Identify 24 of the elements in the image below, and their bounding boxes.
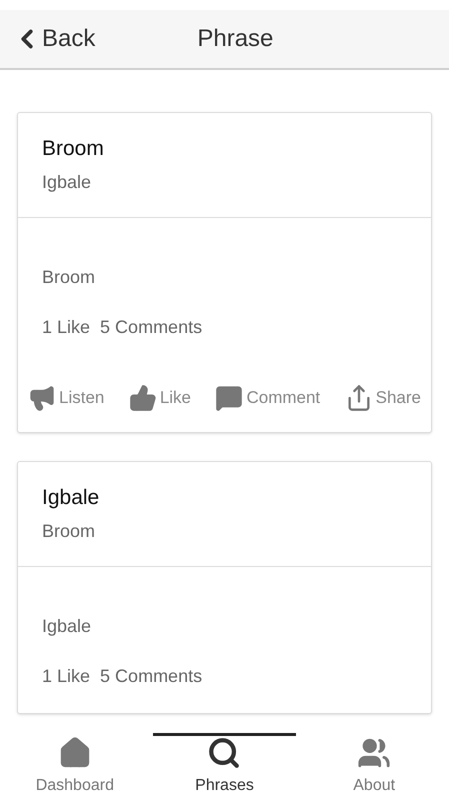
like-count: 1 Like [42,316,90,339]
card-title: Igbale [42,485,100,511]
card-subtitle: Igbale [42,171,92,194]
card-subtitle: Broom [42,520,96,543]
page-title: Phrase [197,24,274,54]
phrase-text: Igbale [42,615,92,638]
people-icon [357,736,392,770]
card-title: Broom [42,136,105,162]
action-button[interactable]: Share [344,384,421,412]
comment-count: 5 Comments [100,316,202,339]
megaphone-icon [28,384,56,412]
back-button[interactable]: Back [12,21,96,57]
phrase-text: Broom [42,266,96,289]
tab[interactable]: Dashboard [3,733,147,800]
action-button[interactable]: Comment [215,384,320,412]
tab[interactable]: Phrases [152,733,296,800]
comment-count: 5 Comments [100,665,202,688]
action-button[interactable]: Listen [28,384,104,412]
search-icon [207,736,242,770]
like-count: 1 Like [42,665,90,688]
tab[interactable]: About [302,733,446,800]
thumbs-up-icon [128,384,157,412]
action-button[interactable]: Like [128,384,192,412]
speech-bubble-icon [215,384,244,412]
